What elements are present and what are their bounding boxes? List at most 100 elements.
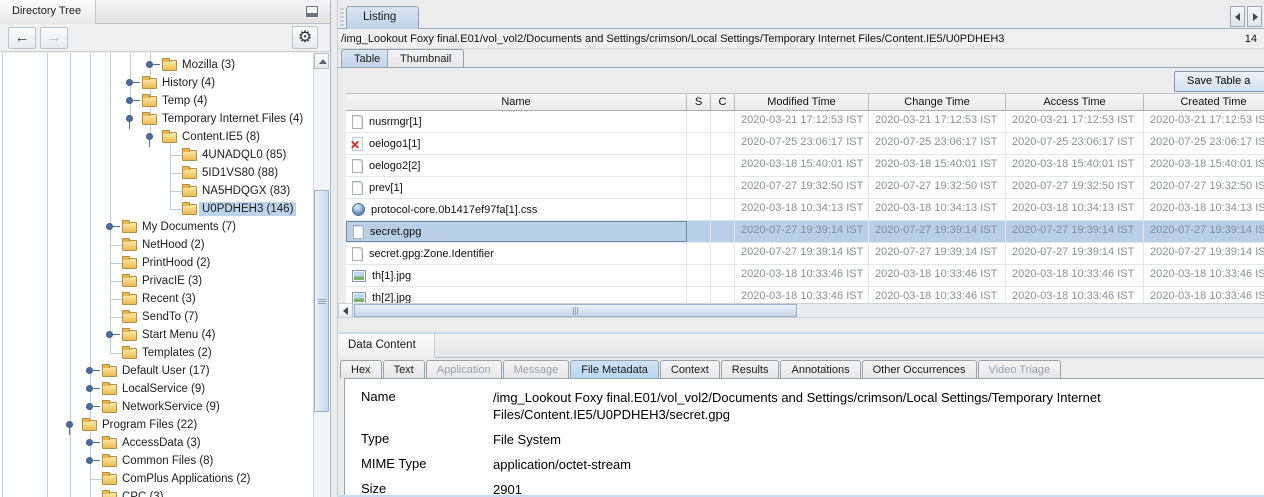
tree-item[interactable]: Recent (3): [0, 290, 330, 308]
timestamp-cell: 2020-07-27 19:39:14 IST: [869, 221, 1006, 242]
table-row[interactable]: secret.gpg2020-07-27 19:39:14 IST2020-07…: [346, 221, 1264, 243]
tab-scroll-right-button[interactable]: [1247, 6, 1262, 27]
back-button[interactable]: ←: [8, 27, 36, 49]
tab-listing[interactable]: Listing: [346, 6, 419, 29]
tree-item[interactable]: SendTo (7): [0, 308, 330, 326]
minimize-icon[interactable]: [306, 6, 318, 17]
tree-item-label: LocalService (9): [119, 382, 208, 396]
tree-vertical-scrollbar[interactable]: [313, 53, 329, 497]
scroll-up-icon[interactable]: [314, 53, 329, 69]
directory-tree-toolbar: ← → ⚙: [0, 24, 330, 52]
tree-connector: [110, 263, 122, 264]
column-header[interactable]: Access Time: [1006, 94, 1144, 110]
collapse-handle-icon[interactable]: [146, 133, 153, 140]
column-header[interactable]: Name: [346, 94, 687, 110]
tree-item[interactable]: ComPlus Applications (2): [0, 470, 330, 488]
tree-item-label: U0PDHEH3 (146): [199, 202, 296, 216]
tree-item[interactable]: History (4): [0, 74, 330, 92]
save-table-button[interactable]: Save Table a: [1174, 71, 1264, 92]
expand-handle-icon[interactable]: [126, 79, 133, 86]
expand-handle-icon[interactable]: [106, 331, 113, 338]
tab-text[interactable]: Text: [383, 360, 425, 378]
tree-connector: [170, 209, 182, 210]
tree-scrollbar-thumb[interactable]: [314, 190, 329, 412]
collapse-handle-icon[interactable]: [126, 115, 133, 122]
gear-button[interactable]: ⚙: [292, 26, 318, 49]
tree-connector: [110, 281, 122, 282]
folder-icon: [142, 114, 157, 125]
table-row[interactable]: th[1].jpg2020-03-18 10:33:46 IST2020-03-…: [346, 265, 1264, 287]
tree-item[interactable]: Temporary Internet Files (4): [0, 110, 330, 128]
tab-other-occurrences[interactable]: Other Occurrences: [862, 360, 977, 378]
table-row[interactable]: prev[1]2020-07-27 19:32:50 IST2020-07-27…: [346, 177, 1264, 199]
tree-item-label: Common Files (8): [119, 454, 216, 468]
folder-icon: [122, 330, 137, 341]
tree-item[interactable]: NA5HDQGX (83): [0, 182, 330, 200]
tab-context[interactable]: Context: [660, 360, 720, 378]
table-row[interactable]: oelogo1[1]2020-07-25 23:06:17 IST2020-07…: [346, 133, 1264, 155]
tree-item[interactable]: Common Files (8): [0, 452, 330, 470]
tab-table[interactable]: Table: [341, 49, 393, 68]
tab-scroll-left-button[interactable]: [1230, 6, 1245, 27]
tree-item[interactable]: My Documents (7): [0, 218, 330, 236]
expand-handle-icon[interactable]: [146, 61, 153, 68]
expand-handle-icon[interactable]: [86, 457, 93, 464]
result-count: 14: [1245, 33, 1257, 45]
tree-item[interactable]: NetworkService (9): [0, 398, 330, 416]
tab-hex[interactable]: Hex: [340, 360, 382, 378]
expand-handle-icon[interactable]: [106, 223, 113, 230]
table-row[interactable]: nusrmgr[1]2020-03-21 17:12:53 IST2020-03…: [346, 111, 1264, 133]
tree-item[interactable]: Default User (17): [0, 362, 330, 380]
content-viewer-tabs: HexTextApplicationMessageFile MetadataCo…: [340, 360, 1062, 378]
tab-thumbnail[interactable]: Thumbnail: [387, 49, 464, 68]
tree-item[interactable]: PrivacIE (3): [0, 272, 330, 290]
tree-item[interactable]: AccessData (3): [0, 434, 330, 452]
folder-icon: [102, 402, 117, 413]
expand-handle-icon[interactable]: [86, 403, 93, 410]
tree-item[interactable]: Temp (4): [0, 92, 330, 110]
collapse-handle-icon[interactable]: [66, 421, 73, 428]
tree-item[interactable]: LocalService (9): [0, 380, 330, 398]
timestamp-cell: 2020-03-21 17:12:53 IST: [1006, 111, 1144, 132]
back-arrow-icon: ←: [15, 29, 30, 46]
tab-message: Message: [503, 360, 570, 378]
table-row[interactable]: secret.gpg:Zone.Identifier2020-07-27 19:…: [346, 243, 1264, 265]
table-scrollbar-thumb[interactable]: [354, 304, 797, 317]
tree-item[interactable]: Program Files (22): [0, 416, 330, 434]
tree-item[interactable]: PrintHood (2): [0, 254, 330, 272]
tree-item[interactable]: NetHood (2): [0, 236, 330, 254]
tab-file-metadata[interactable]: File Metadata: [570, 360, 659, 378]
timestamp-cell: 2020-07-27 19:39:14 IST: [869, 243, 1006, 264]
timestamp-cell: 2020-03-18 10:34:13 IST: [735, 199, 869, 220]
tree-item[interactable]: U0PDHEH3 (146): [0, 200, 330, 218]
expand-handle-icon[interactable]: [86, 439, 93, 446]
table-row[interactable]: protocol-core.0b1417ef97fa[1].css2020-03…: [346, 199, 1264, 221]
tree-item[interactable]: Templates (2): [0, 344, 330, 362]
column-header[interactable]: Change Time: [869, 94, 1006, 110]
column-header[interactable]: C: [711, 94, 735, 110]
expand-handle-icon[interactable]: [86, 367, 93, 374]
file-icon: [352, 247, 363, 261]
tree-item[interactable]: 5ID1VS80 (88): [0, 164, 330, 182]
table-row[interactable]: oelogo2[2]2020-03-18 15:40:01 IST2020-03…: [346, 155, 1264, 177]
forward-button[interactable]: →: [40, 27, 68, 49]
timestamp-cell: 2020-03-18 15:40:01 IST: [735, 155, 869, 176]
tree-item[interactable]: Start Menu (4): [0, 326, 330, 344]
data-content-title[interactable]: Data Content: [338, 334, 435, 358]
table-horizontal-scrollbar[interactable]: [338, 303, 1264, 318]
tab-results[interactable]: Results: [721, 360, 780, 378]
column-header[interactable]: Modified Time: [735, 94, 869, 110]
tab-annotations[interactable]: Annotations: [780, 360, 860, 378]
tree-item[interactable]: Content.IE5 (8): [0, 128, 330, 146]
column-header[interactable]: Created Time: [1144, 94, 1264, 110]
forward-arrow-icon: →: [47, 29, 62, 46]
tree-item[interactable]: Mozilla (3): [0, 56, 330, 74]
column-header[interactable]: S: [687, 94, 711, 110]
timestamp-cell: 2020-03-18 10:33:46 IST: [869, 265, 1006, 286]
directory-tree-title[interactable]: Directory Tree: [0, 0, 96, 24]
scroll-left-icon[interactable]: [339, 304, 353, 317]
expand-handle-icon[interactable]: [86, 385, 93, 392]
expand-handle-icon[interactable]: [126, 97, 133, 104]
tree-item[interactable]: 4UNADQL0 (85): [0, 146, 330, 164]
tree-item[interactable]: CPC (3): [0, 488, 330, 497]
